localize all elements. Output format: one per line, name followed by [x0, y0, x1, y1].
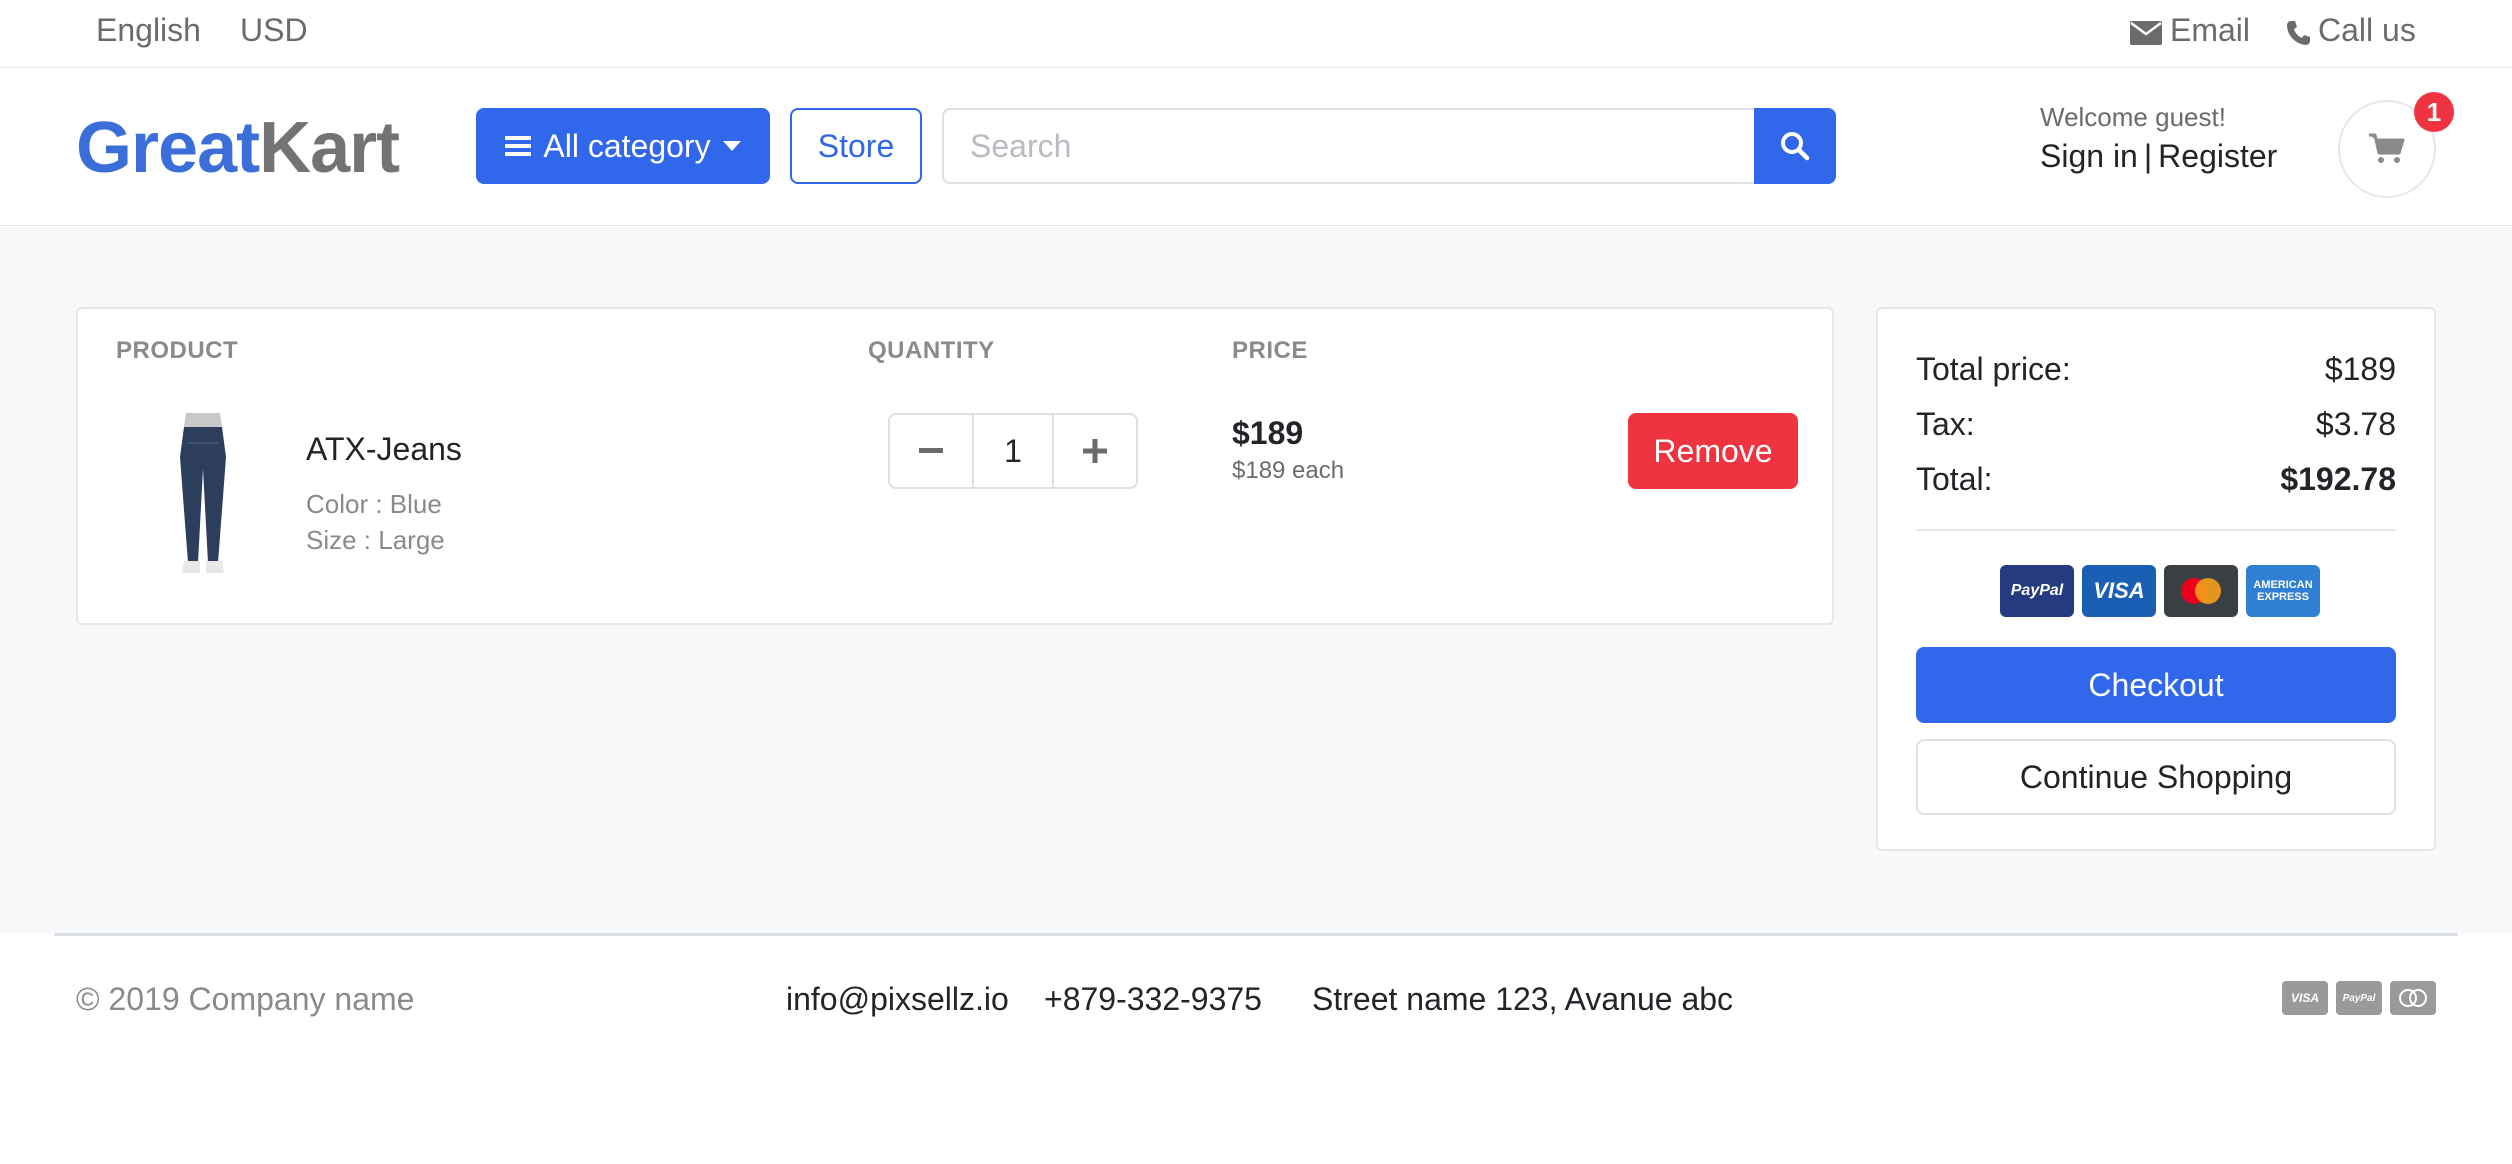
search-bar: [942, 108, 1836, 184]
shopping-cart-icon: [2369, 133, 2405, 163]
call-us-label: Call us: [2318, 12, 2416, 48]
total-price-row: Total price: $189: [1916, 351, 2396, 388]
continue-shopping-button[interactable]: Continue Shopping: [1916, 739, 2396, 815]
footer-address: Street name 123, Avanue abc: [1312, 981, 1734, 1017]
footer-visa-icon: VISA: [2282, 981, 2328, 1015]
footer-phone[interactable]: +879-332-9375: [1044, 981, 1262, 1018]
call-us-link[interactable]: Call us: [2286, 12, 2416, 48]
top-bar: English USD Email Call us: [0, 0, 2512, 68]
all-category-button[interactable]: All category: [476, 108, 770, 184]
currency-selector[interactable]: USD: [240, 12, 308, 48]
total-price-label: Total price:: [1916, 351, 2071, 387]
grand-total-row: Total: $192.78: [1916, 461, 2396, 498]
total-price-value: $189: [2324, 351, 2396, 387]
sign-in-link[interactable]: Sign in: [2040, 138, 2138, 174]
main-content: PRODUCT QUANTITY PRICE ATX-Jeans Color :…: [0, 227, 2512, 933]
auth-separator: |: [2143, 138, 2153, 174]
header: GreatKart All category Store Welcome gue…: [0, 68, 2512, 226]
footer-payment-icons: VISA PayPal: [2282, 981, 2436, 1015]
copyright-text: © 2019 Company name: [76, 981, 415, 1017]
checkout-button[interactable]: Checkout: [1916, 647, 2396, 723]
mastercard-logo: [2181, 578, 2221, 604]
remove-button[interactable]: Remove: [1628, 413, 1798, 489]
caret-down-icon: [722, 141, 741, 151]
paypal-icon: PayPal: [2000, 565, 2074, 617]
logo-part-kart: Kart: [259, 108, 400, 188]
register-link[interactable]: Register: [2158, 138, 2277, 174]
product-color: Color : Blue: [306, 489, 442, 519]
summary-divider: [1916, 529, 2396, 531]
footer-mastercard-icon: [2390, 981, 2436, 1015]
mastercard-icon: [2164, 565, 2238, 617]
quantity-stepper: 1: [888, 413, 1138, 489]
auth-links: Sign in | Register: [2040, 138, 2277, 175]
product-name[interactable]: ATX-Jeans: [306, 431, 462, 468]
quantity-value[interactable]: 1: [972, 415, 1054, 487]
search-icon: [1781, 132, 1810, 161]
column-header-product: PRODUCT: [116, 337, 239, 364]
footer-mastercard-logo: [2399, 989, 2427, 1007]
grand-total-value: $192.78: [2280, 461, 2396, 497]
envelope-icon: [2130, 20, 2162, 45]
footer-paypal-icon: PayPal: [2336, 981, 2382, 1015]
cart-table: PRODUCT QUANTITY PRICE ATX-Jeans Color :…: [76, 307, 1834, 625]
item-price: $189: [1232, 415, 1304, 451]
welcome-text: Welcome guest!: [2040, 102, 2226, 132]
cart-count-badge: 1: [2414, 92, 2454, 132]
email-link[interactable]: Email: [2130, 12, 2250, 48]
all-category-label: All category: [543, 127, 711, 164]
hamburger-icon: [505, 136, 532, 156]
phone-icon: [2287, 20, 2310, 45]
payment-methods: PayPal VISA AMERICAN EXPRESS: [2000, 565, 2320, 617]
plus-icon: [1083, 439, 1107, 463]
column-header-quantity: QUANTITY: [868, 337, 995, 364]
decrement-button[interactable]: [890, 415, 972, 487]
logo-part-great: Great: [76, 108, 260, 188]
order-summary: Total price: $189 Tax: $3.78 Total: $192…: [1876, 307, 2436, 851]
product-image: [156, 413, 250, 577]
item-price-each: $189 each: [1232, 457, 1345, 484]
footer-divider: [54, 933, 2458, 936]
store-button[interactable]: Store: [790, 108, 922, 184]
minus-icon: [919, 448, 943, 453]
tax-value: $3.78: [2315, 406, 2396, 442]
increment-button[interactable]: [1054, 415, 1136, 487]
grand-total-label: Total:: [1916, 461, 1993, 497]
amex-icon: AMERICAN EXPRESS: [2246, 565, 2320, 617]
footer-email[interactable]: info@pixsellz.io: [786, 981, 1009, 1018]
language-selector[interactable]: English: [96, 12, 201, 48]
column-header-price: PRICE: [1232, 337, 1308, 364]
logo[interactable]: GreatKart: [76, 108, 400, 188]
footer: © 2019 Company name info@pixsellz.io +87…: [0, 933, 2512, 1164]
tax-label: Tax:: [1916, 406, 1975, 442]
search-input[interactable]: [942, 108, 1754, 184]
product-size: Size : Large: [306, 525, 445, 555]
email-link-label: Email: [2170, 12, 2251, 48]
tax-row: Tax: $3.78: [1916, 406, 2396, 443]
visa-icon: VISA: [2082, 565, 2156, 617]
search-button[interactable]: [1754, 108, 1836, 184]
